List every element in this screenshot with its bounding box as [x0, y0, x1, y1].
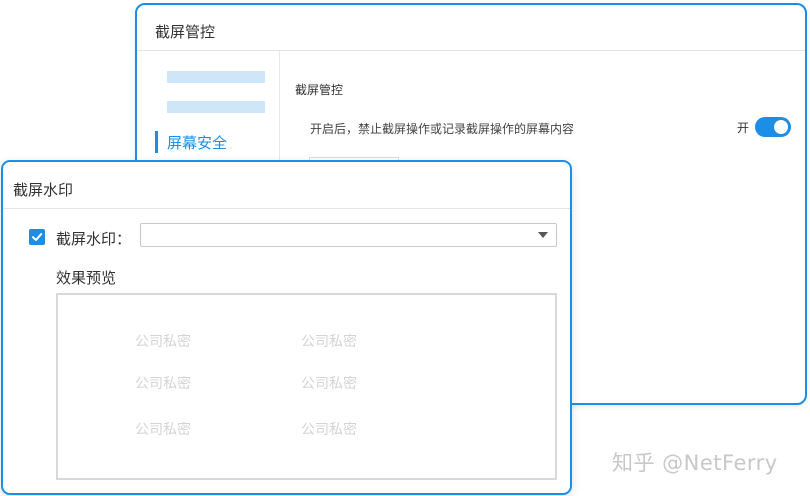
active-indicator: [155, 131, 158, 153]
toggle-switch[interactable]: [755, 117, 791, 137]
section-title: 截屏管控: [295, 83, 344, 97]
check-icon: [32, 233, 43, 241]
watermark-select[interactable]: [140, 223, 557, 247]
setting-description: 开启后，禁止截屏操作或记录截屏操作的屏幕内容: [310, 122, 575, 136]
watermark-text: 公司私密: [135, 422, 191, 438]
watermark-preview: 公司私密 公司私密 公司私密 公司私密 公司私密 公司私密: [56, 293, 557, 480]
preview-label: 效果预览: [56, 269, 117, 287]
sidebar-item-label: 屏幕安全: [167, 133, 228, 152]
watermark-text: 公司私密: [301, 334, 357, 350]
watermark-checkbox[interactable]: [29, 229, 45, 245]
watermark-text: 公司私密: [301, 376, 357, 392]
watermark-text: 公司私密: [135, 376, 191, 392]
caret-down-icon: [538, 232, 548, 238]
title-divider: [137, 50, 805, 51]
screenshot-control-switch[interactable]: 开: [737, 117, 791, 137]
screenshot-watermark-window: 截屏水印 截屏水印： 效果预览 公司私密 公司私密 公司私密 公司私密 公司私密…: [1, 160, 572, 495]
watermark-field-label: 截屏水印：: [56, 230, 132, 248]
window-title: 截屏管控: [155, 23, 216, 41]
toggle-knob: [774, 120, 788, 134]
sidebar-item-placeholder[interactable]: [167, 71, 265, 83]
title-divider: [3, 208, 570, 209]
watermark-text: 公司私密: [301, 422, 357, 438]
switch-label: 开: [736, 120, 749, 135]
sidebar-item-screen-security[interactable]: 屏幕安全: [155, 131, 227, 153]
source-credit: 知乎 @NetFerry: [612, 451, 778, 475]
window-title: 截屏水印: [13, 181, 74, 199]
sidebar-item-placeholder[interactable]: [167, 101, 265, 113]
watermark-text: 公司私密: [135, 334, 191, 350]
